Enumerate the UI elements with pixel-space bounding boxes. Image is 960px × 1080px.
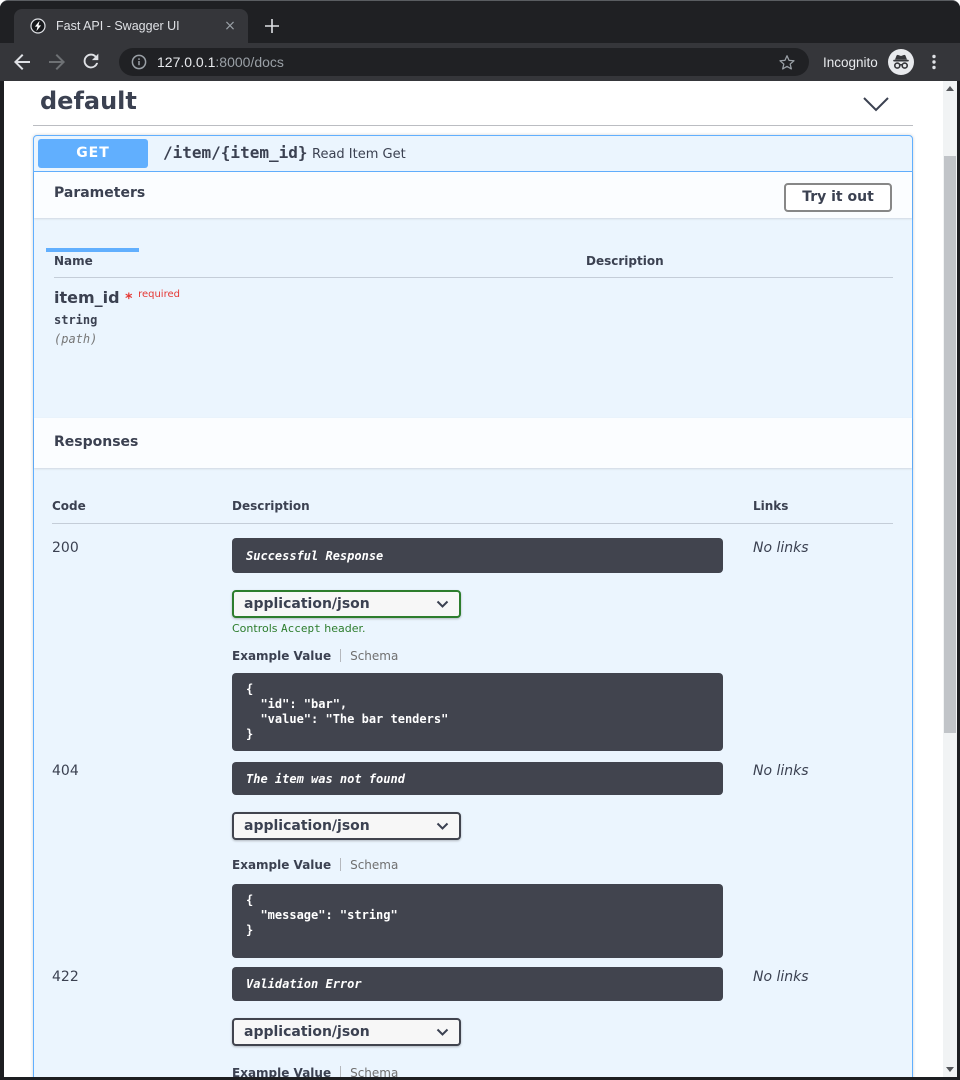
fastapi-favicon-icon [30, 18, 46, 34]
select-chevron-icon [436, 822, 449, 830]
forward-button[interactable] [45, 50, 69, 74]
browser-menu-button[interactable] [922, 50, 946, 74]
url-path: :8000/docs [215, 54, 284, 70]
example-code-block: { "id": "bar", "value": "The bar tenders… [232, 673, 723, 751]
url-host: 127.0.0.1 [157, 54, 215, 70]
example-schema-tabs: Example Value Schema [232, 1066, 398, 1077]
parameters-title: Parameters [54, 185, 145, 201]
tab-example-value[interactable]: Example Value [232, 1066, 331, 1077]
example-schema-tabs: Example Value Schema [232, 649, 398, 663]
responses-header-band: Responses [34, 418, 912, 468]
incognito-label: Incognito [823, 55, 878, 70]
parameters-active-underline [46, 248, 139, 252]
operation-path: /item/{item_id} [163, 143, 308, 162]
response-description-panel: Successful Response [232, 538, 723, 573]
param-type: string [54, 313, 97, 327]
media-type-select[interactable]: application/json [232, 1018, 461, 1046]
required-star: * [125, 291, 132, 307]
new-tab-button[interactable] [260, 14, 284, 38]
tab-close-icon[interactable]: × [220, 16, 240, 36]
media-type-select[interactable]: application/json [232, 812, 461, 840]
response-description-panel: Validation Error [232, 967, 723, 1001]
responses-title: Responses [54, 434, 138, 450]
select-chevron-icon [436, 600, 449, 608]
tab-schema[interactable]: Schema [350, 649, 398, 663]
address-bar[interactable]: 127.0.0.1:8000/docs [119, 48, 809, 76]
url-text: 127.0.0.1:8000/docs [157, 54, 284, 70]
get-operation-block: GET /item/{item_id} Read Item Get Parame… [33, 135, 913, 1077]
resp-col-description: Description [232, 499, 310, 513]
try-it-out-button[interactable]: Try it out [784, 183, 892, 212]
scrollbar-down-arrow-icon[interactable] [946, 1067, 954, 1072]
operation-header[interactable]: GET /item/{item_id} Read Item Get [34, 136, 912, 172]
page-scrollbar[interactable] [943, 81, 957, 1077]
scrollbar-thumb[interactable] [944, 156, 956, 733]
example-schema-tabs: Example Value Schema [232, 858, 398, 872]
http-method-badge: GET [38, 139, 148, 168]
resp-col-links: Links [753, 499, 788, 513]
tab-schema[interactable]: Schema [350, 858, 398, 872]
response-description-panel: The item was not found [232, 762, 723, 795]
browser-tab[interactable]: Fast API - Swagger UI × [14, 9, 248, 43]
bookmark-star-icon[interactable] [777, 52, 797, 72]
swagger-page: default GET /item/{item_id} Read Item Ge… [4, 81, 943, 1077]
controls-accept-note: Controls Accept header. [232, 622, 366, 635]
param-location: (path) [54, 332, 97, 346]
response-code: 200 [52, 540, 79, 556]
media-type-select[interactable]: application/json [232, 590, 461, 618]
reload-button[interactable] [80, 50, 104, 74]
back-button[interactable] [10, 50, 34, 74]
select-chevron-icon [436, 1028, 449, 1036]
tab-strip: Fast API - Swagger UI × × [0, 1, 960, 43]
param-col-name: Name [54, 254, 93, 268]
param-name: item_id * required [54, 288, 180, 307]
section-divider [33, 125, 913, 126]
operation-summary: Read Item Get [312, 147, 406, 162]
browser-window: Fast API - Swagger UI × × [0, 0, 960, 1080]
scrollbar-up-arrow-icon[interactable] [946, 86, 954, 91]
param-col-description: Description [586, 254, 664, 268]
resp-table-divider [52, 523, 893, 524]
response-links: No links [753, 969, 809, 985]
incognito-icon [888, 49, 914, 75]
required-label: required [138, 289, 180, 300]
api-section-title[interactable]: default [40, 87, 137, 115]
tab-example-value[interactable]: Example Value [232, 649, 331, 663]
section-collapse-chevron-icon[interactable] [862, 96, 890, 112]
response-code: 404 [52, 763, 79, 779]
tab-title: Fast API - Swagger UI [56, 9, 214, 43]
response-links: No links [753, 540, 809, 556]
response-code: 422 [52, 969, 79, 985]
tab-schema[interactable]: Schema [350, 1066, 398, 1077]
example-code-block: { "message": "string" } [232, 884, 723, 958]
resp-col-code: Code [52, 499, 86, 513]
tab-example-value[interactable]: Example Value [232, 858, 331, 872]
response-links: No links [753, 763, 809, 779]
param-table-divider [54, 277, 893, 278]
page-info-icon[interactable] [131, 54, 147, 70]
browser-toolbar: 127.0.0.1:8000/docs Incognito [0, 43, 960, 81]
parameters-header-band: Parameters Try it out [34, 172, 912, 218]
